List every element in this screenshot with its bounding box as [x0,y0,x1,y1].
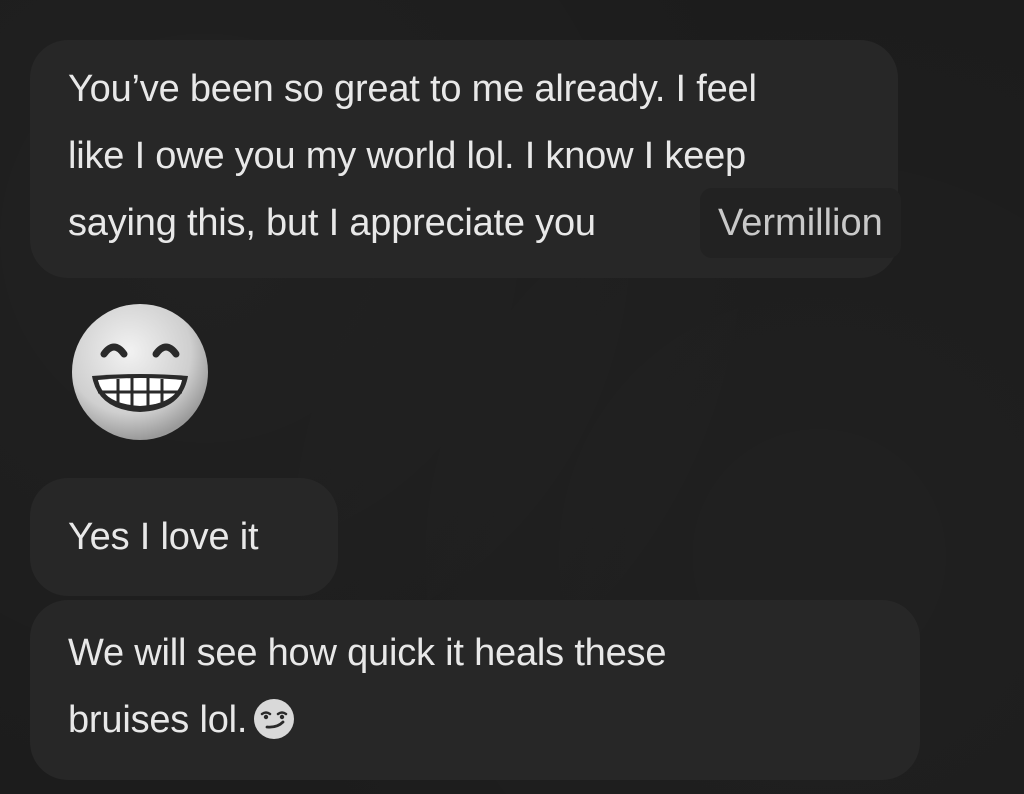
message-line: like I owe you my world lol. I know I ke… [68,135,746,177]
grinning-face-emoji-icon[interactable] [70,302,210,442]
message-text: Yes I love it [68,504,259,571]
mention-chip[interactable]: Vermillion [700,188,901,258]
message-text: We will see how quick it heals these bru… [68,620,666,754]
message-text: You’ve been so great to me already. I fe… [68,56,757,257]
message-line: You’ve been so great to me already. I fe… [68,68,757,110]
smirking-face-icon [253,695,295,739]
message-line: Yes I love it [68,516,259,558]
message-line-with-emoji: bruises lol. [68,687,666,754]
message-line: We will see how quick it heals these [68,632,667,674]
message-line: bruises lol. [68,699,248,741]
message-line: saying this, but I appreciate you [68,202,596,244]
